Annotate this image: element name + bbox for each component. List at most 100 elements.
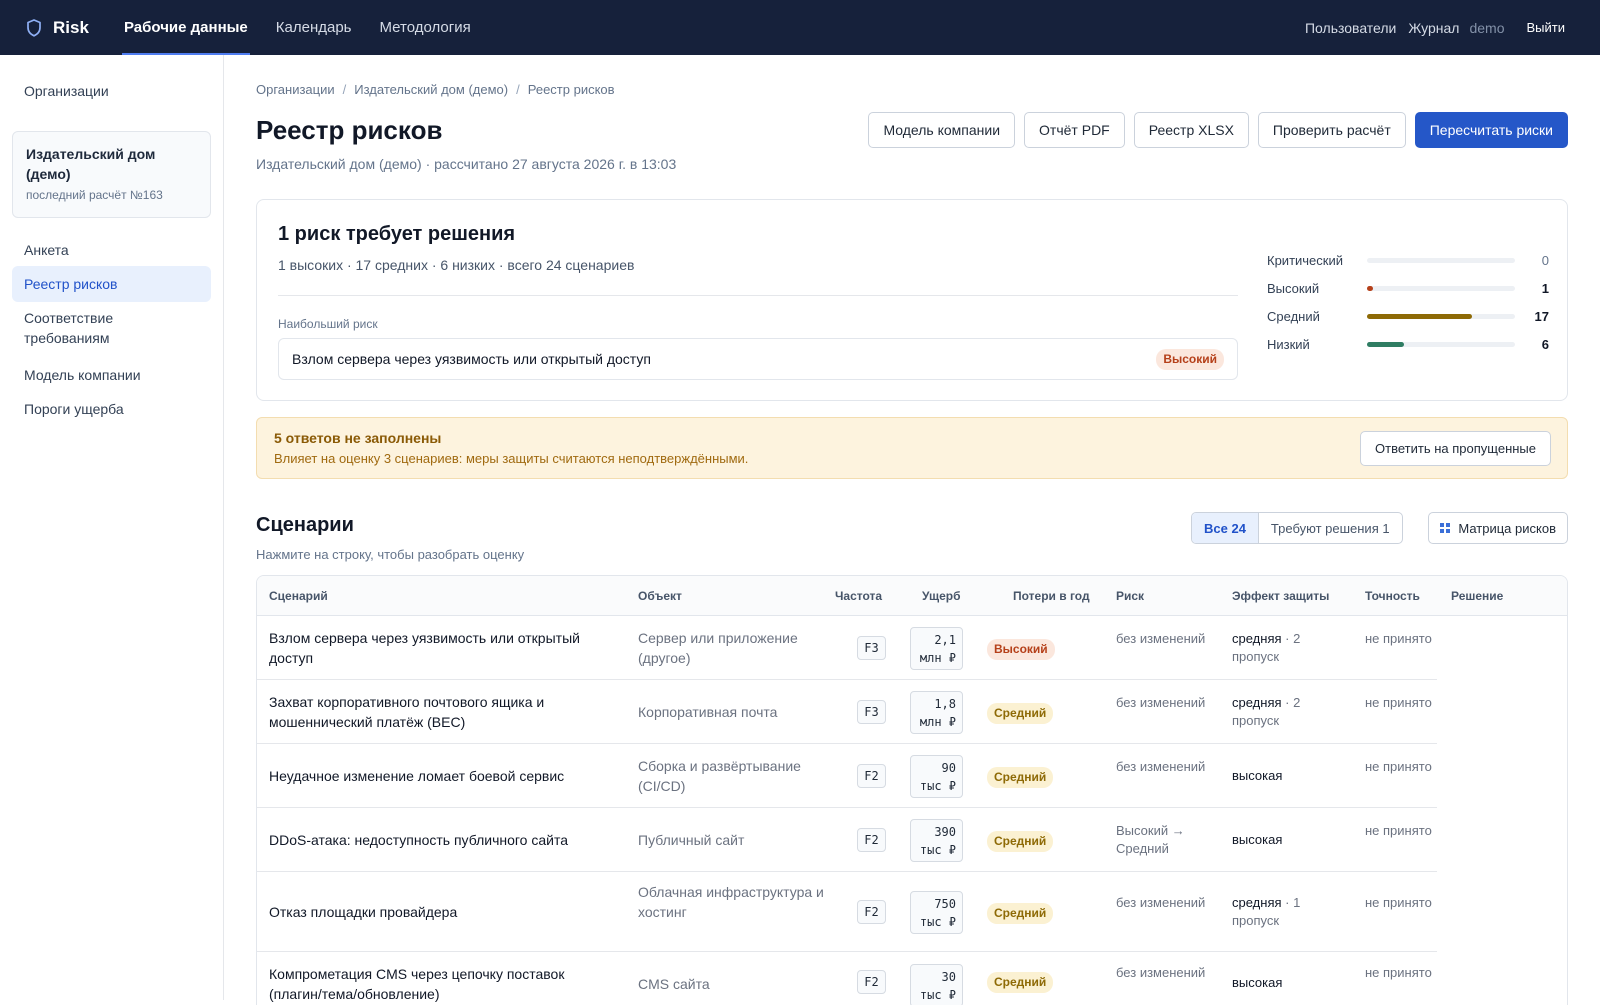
table-header: Сценарий Объект Частота Ущерб Потери в г… — [257, 576, 1567, 616]
col-object[interactable]: Объект — [638, 589, 682, 603]
col-scenario[interactable]: Сценарий — [269, 589, 328, 603]
distribution-track — [1367, 257, 1515, 263]
org-name: Издательский дом (демо) — [26, 146, 156, 182]
filter-pending[interactable]: Требуют решения 1 — [1259, 513, 1402, 543]
risk-level-badge: Средний — [987, 831, 1054, 852]
col-decision[interactable]: Решение — [1451, 589, 1503, 603]
sidebar-organizations-link[interactable]: Организации — [24, 83, 109, 99]
damage-unit: млн ₽ — [919, 651, 956, 665]
annual-loss: Средний — [987, 971, 1054, 993]
org-card[interactable]: Издательский дом (демо) последний расчёт… — [12, 131, 211, 218]
main-nav: Рабочие данные Календарь Методология — [122, 0, 497, 55]
sidebar-item[interactable]: Модель компании — [12, 357, 211, 393]
col-protection-effect[interactable]: Эффект защиты — [1232, 589, 1329, 603]
accuracy-status: не принято — [1365, 823, 1432, 838]
summary-counts: 1 высоких · 17 средних · 6 низких · всег… — [278, 257, 635, 273]
sidebar-item[interactable]: Анкета — [12, 232, 211, 268]
distribution-count: 0 — [1541, 252, 1549, 268]
top-risk-name: Взлом сервера через уязвимость или откры… — [292, 351, 651, 367]
risk-change: без изменений — [1116, 965, 1206, 980]
distribution-track — [1367, 313, 1515, 319]
top-risk-label: Наибольший риск — [278, 317, 378, 331]
scenario-object: CMS сайта — [638, 976, 710, 992]
risk-change: без изменений — [1116, 759, 1206, 774]
scenario-name: DDoS-атака: недоступность публичного сай… — [269, 832, 569, 848]
company-model-button[interactable]: Модель компании — [868, 112, 1016, 148]
missing-answers-alert: 5 ответов не заполнены Влияет на оценку … — [256, 417, 1568, 479]
col-annual-loss[interactable]: Потери в год — [1013, 589, 1090, 603]
col-frequency[interactable]: Частота — [835, 589, 882, 603]
distribution-count: 1 — [1541, 280, 1549, 296]
distribution-track — [1367, 285, 1515, 291]
scenario-object: Сервер или приложение (другое) — [638, 630, 798, 666]
logout-link[interactable]: Выйти — [1527, 20, 1566, 35]
damage-chip: 90 тыс ₽ — [910, 755, 963, 798]
journal-link[interactable]: Журнал — [1408, 20, 1459, 36]
distribution-label: Высокий — [1267, 280, 1320, 296]
recalculate-risks-button[interactable]: Пересчитать риски — [1414, 112, 1568, 148]
brand[interactable]: Risk — [24, 18, 122, 38]
col-damage[interactable]: Ущерб — [922, 589, 961, 603]
risk-matrix-button[interactable]: Матрица рисков — [1428, 512, 1568, 544]
frequency-chip: F2 — [857, 970, 886, 994]
table-row[interactable]: Компрометация CMS через цепочку поставок… — [257, 952, 1567, 1005]
effect-level: средняя — [1232, 695, 1282, 710]
distribution-bar — [1367, 341, 1404, 347]
users-link[interactable]: Пользователи — [1305, 20, 1396, 36]
nav-item[interactable]: Рабочие данные — [122, 0, 250, 55]
nav-item[interactable]: Календарь — [274, 0, 354, 55]
breadcrumb-organizations[interactable]: Организации — [256, 82, 335, 97]
damage-value: 1,8 — [934, 697, 956, 711]
table-row[interactable]: Взлом сервера через уязвимость или откры… — [257, 616, 1567, 680]
distribution-bar — [1367, 313, 1473, 319]
col-risk[interactable]: Риск — [1116, 589, 1144, 603]
damage-unit: тыс ₽ — [919, 915, 956, 929]
summary-title: 1 риск требует решения — [278, 223, 516, 245]
answer-missing-button[interactable]: Ответить на пропущенные — [1360, 431, 1551, 466]
damage-value: 390 — [934, 825, 956, 839]
xlsx-registry-button[interactable]: Реестр XLSX — [1133, 112, 1249, 148]
annual-loss: Высокий — [987, 638, 1055, 660]
filter-all[interactable]: Все 24 — [1192, 513, 1259, 543]
damage-unit: тыс ₽ — [919, 988, 956, 1002]
col-accuracy[interactable]: Точность — [1365, 589, 1420, 603]
frequency-chip: F2 — [857, 900, 886, 924]
annual-loss: Средний — [987, 702, 1054, 724]
distribution-row: Критический 0 — [1267, 246, 1549, 274]
org-last-calc: последний расчёт №163 — [26, 188, 163, 202]
sidebar-item[interactable]: Реестр рисков — [12, 266, 211, 302]
damage-value: 2,1 — [934, 633, 956, 647]
risk-level-badge: Высокий — [1156, 348, 1224, 370]
scenarios-table: Сценарий Объект Частота Ущерб Потери в г… — [256, 575, 1568, 1005]
table-row[interactable]: Отказ площадки провайдера Облачная инфрас… — [257, 872, 1567, 952]
scenarios-title: Сценарии — [256, 514, 354, 536]
effect-level: высокая — [1232, 768, 1283, 783]
top-navbar: Risk Рабочие данные Календарь Методология … — [0, 0, 1600, 55]
sidebar-item[interactable]: Пороги ущерба — [12, 391, 211, 427]
damage-value: 30 — [941, 970, 956, 984]
table-row[interactable]: Захват корпоративного почтового ящика и … — [257, 680, 1567, 744]
distribution-label: Критический — [1267, 252, 1343, 268]
pdf-report-button[interactable]: Отчёт PDF — [1024, 112, 1125, 148]
damage-chip: 390 тыс ₽ — [910, 819, 963, 862]
top-risk-item[interactable]: Взлом сервера через уязвимость или откры… — [278, 338, 1238, 380]
current-user: demo — [1469, 19, 1505, 36]
risk-level-badge: Средний — [987, 703, 1054, 724]
risk-level-badge: Высокий — [987, 639, 1055, 660]
table-row[interactable]: DDoS-атака: недоступность публичного сай… — [257, 808, 1567, 872]
risk-matrix-label: Матрица рисков — [1458, 520, 1556, 536]
risk-summary-card: 1 риск требует решения 1 высоких · 17 ср… — [256, 199, 1568, 401]
damage-chip: 1,8 млн ₽ — [910, 691, 963, 734]
protection-effect: средняя · 1 пропуск — [1232, 894, 1342, 930]
nav-item[interactable]: Методология — [378, 0, 473, 55]
accuracy-status: не принято — [1365, 759, 1432, 774]
breadcrumb-separator: / — [342, 82, 347, 97]
distribution-track — [1367, 341, 1515, 347]
breadcrumb-org[interactable]: Издательский дом (демо) — [354, 82, 508, 97]
effect-level: средняя — [1232, 631, 1282, 646]
table-row[interactable]: Неудачное изменение ломает боевой сервис… — [257, 744, 1567, 808]
sidebar-item[interactable]: Соответствие требованиям — [12, 300, 211, 356]
check-calculation-button[interactable]: Проверить расчёт — [1257, 112, 1406, 148]
damage-value: 90 — [941, 761, 956, 775]
page-actions: Модель компании Отчёт PDF Реестр XLSX Пр… — [868, 112, 1568, 148]
